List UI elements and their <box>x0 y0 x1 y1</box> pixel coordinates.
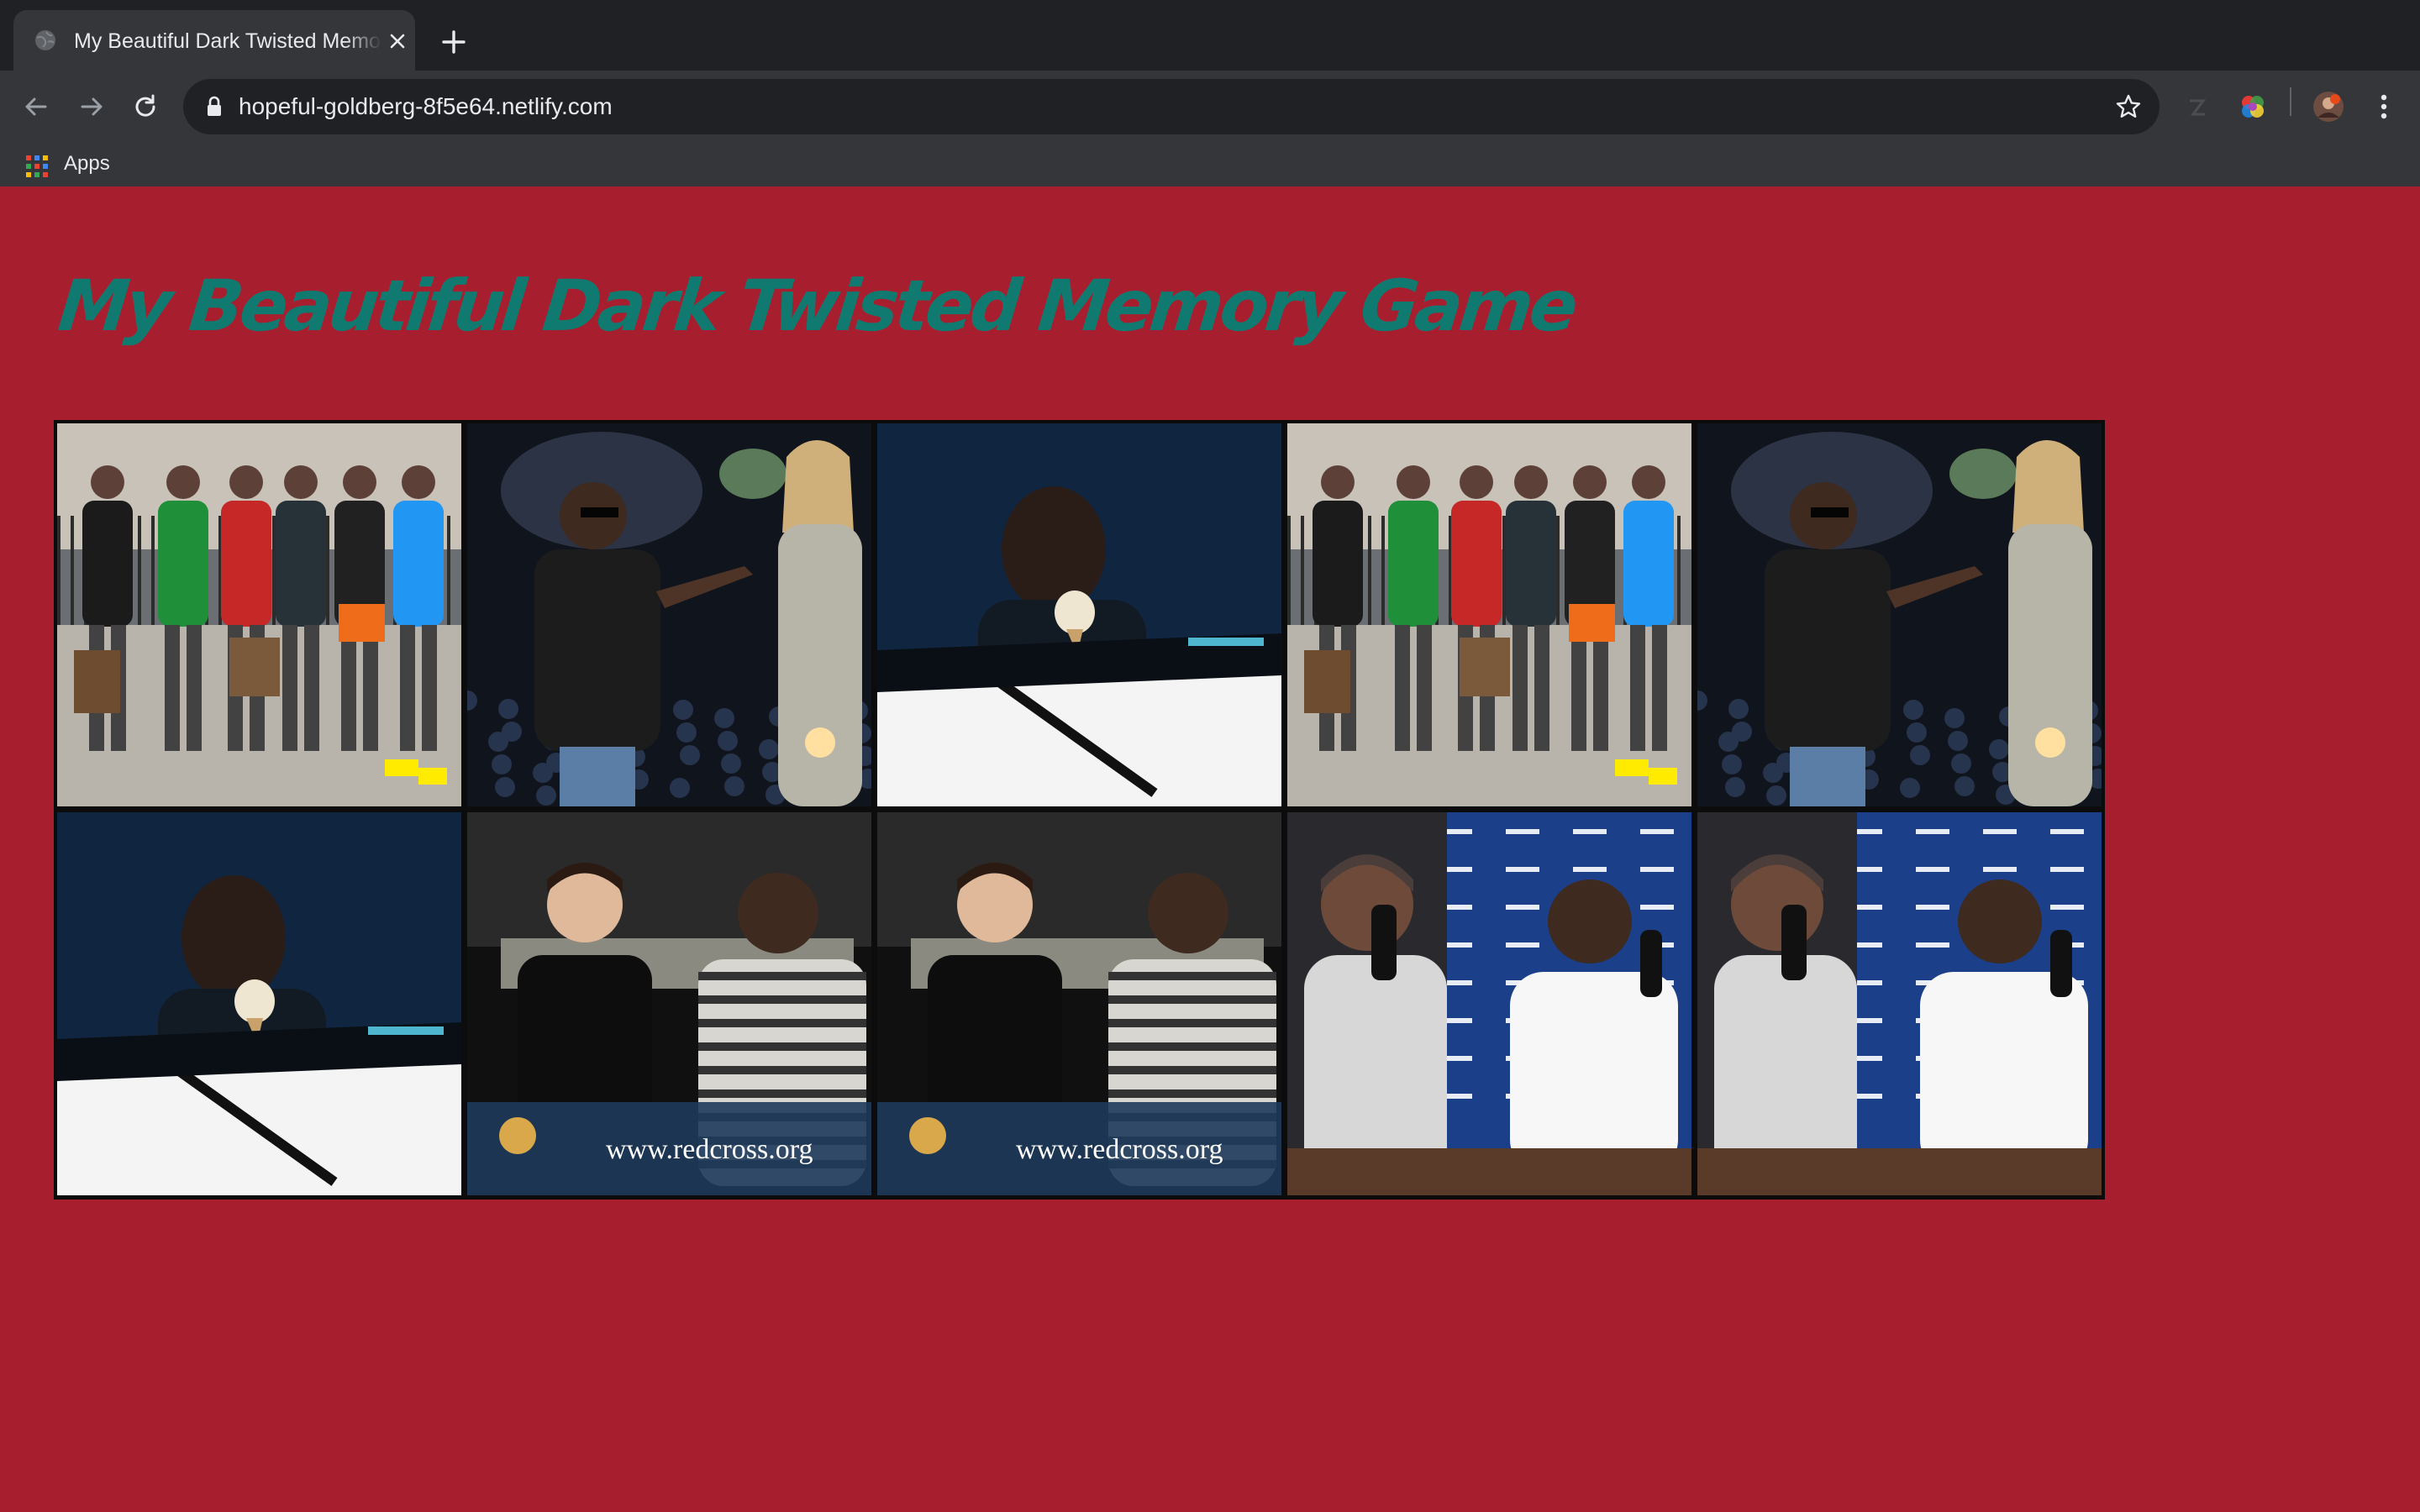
toolbar-divider <box>2290 87 2291 116</box>
card-image: www.redcross.org <box>877 812 1281 1195</box>
back-button[interactable] <box>15 86 57 128</box>
reload-button[interactable] <box>124 86 166 128</box>
memory-card[interactable] <box>467 423 871 806</box>
card-image <box>467 423 871 806</box>
card-image <box>877 423 1281 806</box>
card-image <box>57 812 461 1195</box>
apps-grid-icon[interactable] <box>25 155 49 178</box>
memory-card[interactable] <box>1697 423 2102 806</box>
page-title: My Beautiful Dark Twisted Memory Game <box>55 265 1579 347</box>
menu-button[interactable] <box>2363 86 2405 128</box>
card-image <box>1697 423 2102 806</box>
card-caption: www.redcross.org <box>1016 1134 1223 1165</box>
browser-toolbar: hopeful-goldberg-8f5e64.netlify.com <box>0 71 2420 143</box>
close-icon[interactable] <box>387 30 408 52</box>
profile-avatar-button[interactable] <box>2307 86 2349 128</box>
card-image <box>1287 423 1691 806</box>
bookmarks-bar: Apps <box>0 143 2420 186</box>
tab-strip: My Beautiful Dark Twisted Memory Game <box>0 0 2420 71</box>
memory-card[interactable]: www.redcross.org <box>877 812 1281 1195</box>
card-caption: www.redcross.org <box>606 1134 813 1165</box>
arrow-left-icon <box>25 97 47 116</box>
memory-card[interactable] <box>1287 423 1691 806</box>
extension-button[interactable] <box>2176 86 2218 128</box>
card-image <box>57 423 461 806</box>
extension-muted-icon <box>2190 99 2206 116</box>
globe-icon <box>35 30 55 50</box>
bookmark-star-icon[interactable] <box>2114 92 2143 121</box>
memory-card[interactable] <box>57 812 461 1195</box>
avatar-icon <box>2313 92 2344 122</box>
memory-game-board: www.redcross.org www.redcross.org <box>54 420 2105 1200</box>
tab-title: My Beautiful Dark Twisted Memory Game <box>74 29 381 53</box>
lock-icon <box>208 96 221 116</box>
page-body: My Beautiful Dark Twisted Memory Game ww… <box>0 186 2420 1512</box>
memory-card[interactable] <box>877 423 1281 806</box>
memory-card[interactable] <box>1287 812 1691 1195</box>
address-bar[interactable]: hopeful-goldberg-8f5e64.netlify.com <box>183 79 2160 134</box>
bookmark-apps-label[interactable]: Apps <box>64 151 110 176</box>
url-text: hopeful-goldberg-8f5e64.netlify.com <box>239 93 613 119</box>
forward-button[interactable] <box>71 86 113 128</box>
browser-chrome: My Beautiful Dark Twisted Memory Game <box>0 0 2420 186</box>
card-image: www.redcross.org <box>467 812 871 1195</box>
card-image <box>1697 812 2102 1195</box>
reload-icon <box>135 94 155 117</box>
memory-card[interactable] <box>57 423 461 806</box>
more-vertical-icon <box>2381 94 2387 119</box>
new-tab-plus-icon[interactable] <box>437 25 471 59</box>
color-picker-extension-button[interactable] <box>2232 86 2274 128</box>
memory-card[interactable]: www.redcross.org <box>467 812 871 1195</box>
browser-tab[interactable]: My Beautiful Dark Twisted Memory Game <box>13 10 415 71</box>
memory-card[interactable] <box>1697 812 2102 1195</box>
card-image <box>1287 812 1691 1195</box>
arrow-right-icon <box>81 97 103 116</box>
color-wheel-icon <box>2242 96 2264 118</box>
